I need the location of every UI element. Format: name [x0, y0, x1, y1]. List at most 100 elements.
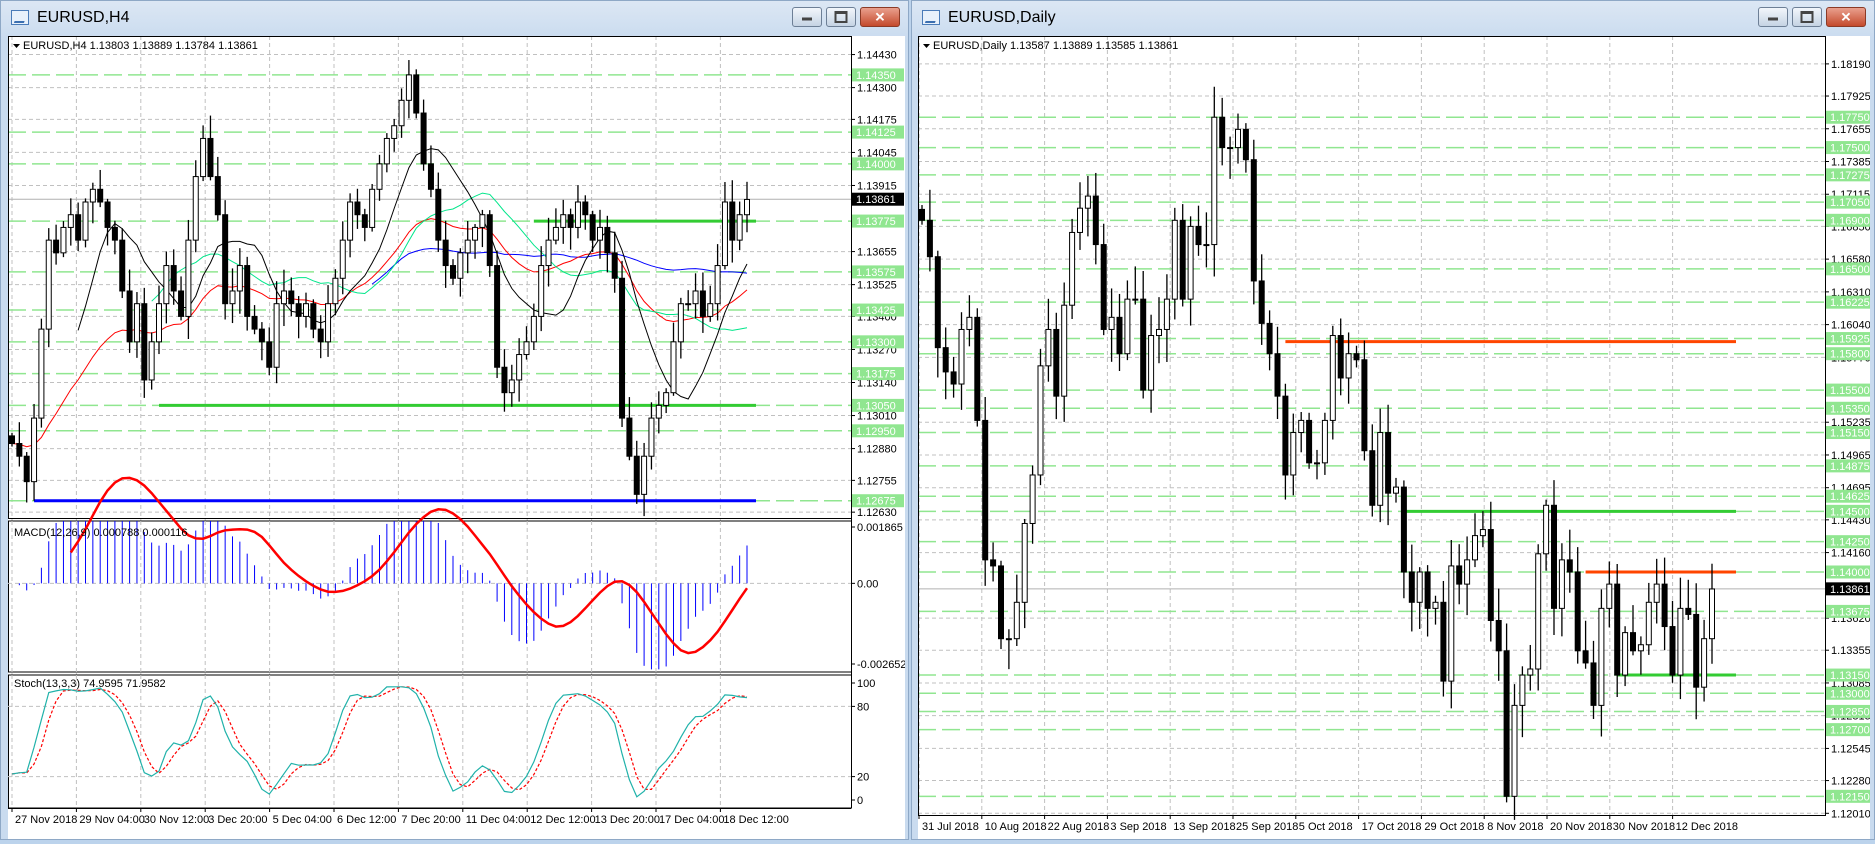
bullish-candle [736, 214, 743, 241]
bullish-candle [1163, 298, 1170, 330]
time-label: 5 Oct 2018 [1299, 821, 1353, 833]
close-button[interactable]: ✕ [1826, 7, 1866, 27]
level-label: 1.14625 [1830, 491, 1870, 503]
level-label: 1.14500 [1830, 506, 1870, 518]
bullish-candle [185, 239, 192, 317]
daily-chart-canvas[interactable]: 31 Jul 2018 10 Aug 2018 22 Aug 2018 3 Sep 2… [918, 36, 1871, 839]
bullish-candle [148, 341, 155, 381]
current-price-label: 1.13861 [856, 194, 896, 206]
bearish-candle [611, 252, 618, 279]
bearish-candle [919, 208, 925, 221]
bullish-candle [60, 226, 67, 254]
bullish-candle [156, 303, 162, 343]
bearish-candle [1495, 619, 1502, 652]
bullish-candle [1464, 559, 1471, 585]
bearish-candle [1116, 316, 1123, 355]
bearish-candle [633, 455, 640, 495]
bearish-candle [23, 455, 30, 483]
time-label: 3 Dec 20:00 [208, 814, 267, 826]
level-label: 1.14250 [1830, 537, 1870, 549]
bearish-candle [982, 419, 989, 561]
bullish-candle [1013, 601, 1020, 640]
bullish-candle [721, 201, 728, 267]
bullish-candle [1029, 474, 1036, 524]
bearish-candle [1424, 571, 1431, 609]
bullish-candle [1519, 674, 1526, 706]
h4-chart-window: EURUSD,H4 ✕ 27 Nov 2018 29 Nov 04:00 30 No… [0, 0, 909, 840]
bullish-candle [1077, 207, 1083, 233]
maximize-button[interactable] [1792, 7, 1822, 27]
minimize-icon [802, 17, 812, 21]
close-icon: ✕ [1840, 9, 1852, 25]
bearish-candle [1456, 565, 1463, 585]
time-label: 30 Nov 12:00 [144, 814, 209, 826]
price-axis-label: 1.13525 [857, 280, 897, 292]
level-label: 1.13300 [856, 337, 896, 349]
bearish-candle [604, 226, 611, 254]
bearish-candle [1566, 559, 1573, 573]
bearish-candle [626, 417, 633, 457]
stochastic-axis-label: 0 [857, 795, 863, 807]
bearish-candle [1369, 450, 1376, 506]
bearish-candle [244, 265, 251, 317]
bullish-candle [1701, 638, 1708, 688]
bullish-candle [1298, 419, 1305, 434]
time-label: 8 Nov 2018 [1487, 821, 1543, 833]
bullish-candle [538, 265, 545, 317]
bearish-candle [420, 112, 427, 165]
bearish-candle [119, 239, 126, 292]
bullish-candle [280, 290, 287, 305]
h4-title-bar[interactable]: EURUSD,H4 ✕ [1, 1, 908, 35]
main-pane-border [8, 36, 852, 519]
bearish-candle [1385, 432, 1392, 494]
bullish-candle [1084, 195, 1091, 209]
bullish-candle [1709, 588, 1715, 640]
macd-axis-label: 0.001865 [857, 522, 903, 534]
bearish-candle [317, 328, 324, 343]
bearish-candle [1179, 219, 1186, 300]
bullish-candle [966, 316, 973, 330]
price-axis-label: 1.17655 [1831, 124, 1870, 136]
maximize-button[interactable] [826, 7, 856, 27]
bearish-candle [1361, 359, 1368, 452]
current-price-label: 1.13861 [1830, 584, 1870, 596]
stochastic-axis-label: 100 [857, 678, 875, 690]
minimize-button[interactable] [792, 7, 822, 27]
bearish-candle [1487, 529, 1494, 621]
price-axis-label: 1.17385 [1831, 157, 1870, 169]
minimize-icon [1768, 17, 1778, 21]
level-label: 1.17500 [1830, 143, 1870, 155]
h4-chart[interactable]: 27 Nov 2018 29 Nov 04:00 30 Nov 12:00 3 Dec… [8, 36, 907, 839]
time-label: 7 Dec 20:00 [401, 814, 460, 826]
daily-chart[interactable]: 31 Jul 2018 10 Aug 2018 22 Aug 2018 3 Sep 2… [918, 36, 1871, 839]
bullish-candle [82, 201, 89, 241]
price-axis-label: 1.14160 [1831, 548, 1870, 560]
window-title: EURUSD,H4 [37, 9, 130, 26]
time-label: 13 Sep 2018 [1173, 821, 1235, 833]
time-label: 3 Sep 2018 [1110, 821, 1166, 833]
stochastic-axis-label: 20 [857, 772, 869, 784]
bearish-candle [354, 201, 361, 216]
minimize-button[interactable] [1758, 7, 1788, 27]
level-label: 1.12700 [1830, 725, 1870, 737]
bullish-candle [133, 303, 140, 343]
macd-axis-label: 0.00 [857, 578, 878, 590]
daily-title-bar[interactable]: EURUSD,Daily ✕ [912, 1, 1874, 35]
h4-chart-canvas[interactable]: 27 Nov 2018 29 Nov 04:0030 Nov 12:003 Dec… [8, 36, 907, 839]
time-label: 6 Dec 12:00 [337, 814, 396, 826]
bearish-candle [1574, 571, 1581, 652]
bullish-candle [1598, 607, 1605, 706]
bullish-candle [1069, 231, 1076, 306]
close-icon: ✕ [874, 9, 886, 25]
level-label: 1.14350 [856, 70, 896, 82]
bullish-candle [405, 74, 412, 101]
level-label: 1.12675 [856, 496, 896, 508]
bullish-candle [1416, 571, 1423, 603]
bullish-candle [641, 455, 648, 495]
bullish-candle [192, 176, 199, 241]
bullish-candle [1511, 704, 1518, 797]
close-button[interactable]: ✕ [860, 7, 900, 27]
level-label: 1.13000 [1830, 688, 1870, 700]
bearish-candle [1219, 116, 1226, 149]
bearish-candle [1250, 159, 1257, 282]
